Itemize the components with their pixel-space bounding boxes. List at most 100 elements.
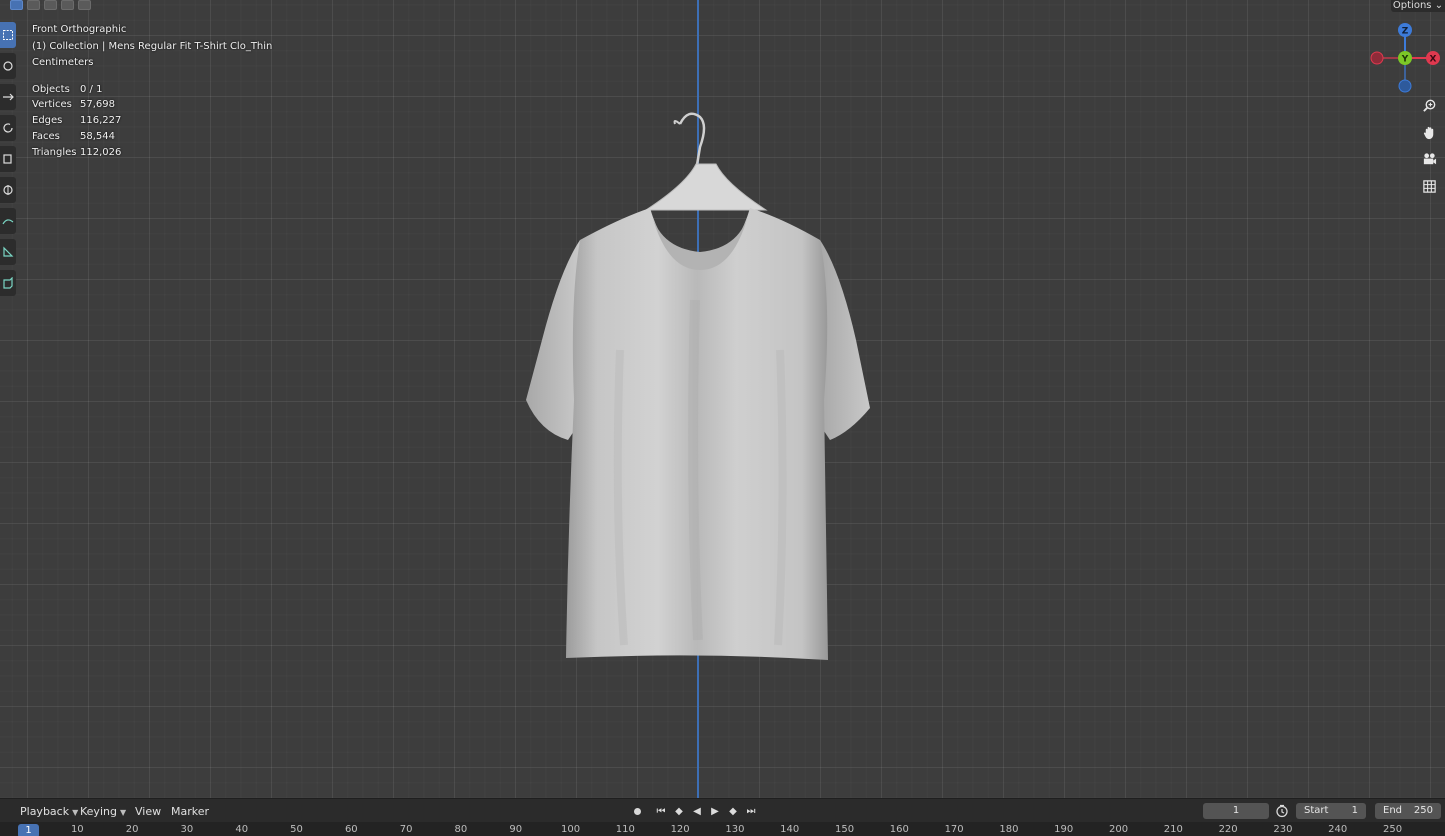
pan-button[interactable] <box>1418 121 1441 144</box>
annotate-icon <box>2 219 14 225</box>
prev-keyframe-icon: ◆ <box>675 805 683 817</box>
play-icon: ▶ <box>711 805 719 817</box>
rotate-tool[interactable] <box>0 115 16 141</box>
ruler-tick-label: 120 <box>670 824 690 835</box>
ruler-tick-label: 30 <box>180 824 194 835</box>
stat-objects: Objects 0 / 1 <box>32 83 103 95</box>
viewport-nav-buttons <box>1418 94 1441 198</box>
ruler-tick-label: 250 <box>1382 824 1403 835</box>
rotate-icon <box>3 123 13 133</box>
navigation-gizmo[interactable]: Z X Y <box>1365 18 1445 98</box>
record-icon[interactable] <box>634 807 641 815</box>
ruler-tick-label: 90 <box>509 824 523 835</box>
ruler-tick-label: 240 <box>1328 824 1348 835</box>
chevron-down-icon: ▼ <box>119 808 127 817</box>
transform-tool[interactable] <box>0 177 16 203</box>
stat-faces: Faces 58,544 <box>32 130 115 142</box>
start-frame-field[interactable]: Start 1 <box>1296 803 1366 819</box>
marker-menu[interactable]: Marker <box>171 799 209 823</box>
timeline-ruler[interactable]: 10 20 30 40 50 60 70 80 90 100 110 120 130 140 150 160 1… <box>0 822 1445 836</box>
clock-icon[interactable] <box>1275 804 1289 818</box>
ruler-tick-label: 80 <box>454 824 468 835</box>
select-box-tool[interactable] <box>0 22 16 48</box>
jump-end-button[interactable]: ⏭ <box>745 804 757 818</box>
annotate-tool[interactable] <box>0 208 16 234</box>
ruler-tick-label: 100 <box>560 824 581 835</box>
ruler-tick-label: 60 <box>344 824 358 835</box>
chevron-down-icon: ⌄ <box>1434 0 1444 11</box>
gizmo-x-label: X <box>1430 55 1437 65</box>
gizmo-neg-x-handle[interactable] <box>1370 51 1384 65</box>
ruler-tick-label: 220 <box>1218 824 1238 835</box>
move-tool[interactable] <box>0 84 16 110</box>
ruler-tick-label: 180 <box>999 824 1019 835</box>
collection-info: (1) Collection | Mens Regular Fit T-Shir… <box>32 40 273 52</box>
unit-system: Centimeters <box>32 57 94 68</box>
ruler-tick-label: 170 <box>944 824 964 835</box>
end-frame-field[interactable]: End 250 <box>1375 803 1441 819</box>
tshirt-right-sleeve <box>820 240 870 440</box>
view-name: Front Orthographic <box>32 24 127 35</box>
current-frame-marker[interactable]: 1 <box>18 824 39 836</box>
zoom-button[interactable] <box>1418 94 1441 117</box>
chevron-down-icon: ▼ <box>72 808 79 817</box>
ruler-tick-label: 140 <box>780 824 800 835</box>
viewport-info-overlay: Front Orthographic (1) Collection | Mens… <box>32 22 272 160</box>
transform-icon <box>3 185 13 195</box>
view-menu[interactable]: View <box>135 799 161 823</box>
gizmo-neg-z-handle[interactable] <box>1398 79 1412 93</box>
ruler-tick-label: 230 <box>1273 824 1293 835</box>
ortho-toggle-button[interactable] <box>1418 175 1441 198</box>
jump-start-button[interactable]: ⏮ <box>655 804 667 818</box>
camera-view-button[interactable] <box>1418 148 1441 171</box>
playback-controls: ⏮ ◆ ◀ ▶ ◆ ⏭ <box>630 804 757 818</box>
current-frame-field[interactable]: 1 <box>1203 803 1269 819</box>
prev-keyframe-button[interactable]: ◆ <box>673 804 685 818</box>
stat-triangles: Triangles 112,026 <box>32 146 122 158</box>
gizmo-y-label: Y <box>1401 55 1409 65</box>
move-icon <box>3 93 14 101</box>
scale-tool[interactable] <box>0 146 16 172</box>
select-box-icon <box>3 30 13 40</box>
cursor-tool[interactable] <box>0 53 16 79</box>
ruler-tick-label: 20 <box>125 824 139 835</box>
play-reverse-button[interactable]: ◀ <box>691 804 703 818</box>
tshirt-left-sleeve <box>526 240 580 440</box>
tshirt-model[interactable] <box>520 100 880 665</box>
stat-edges: Edges 116,227 <box>32 115 122 127</box>
measure-tool[interactable] <box>0 239 16 265</box>
options-dropdown[interactable]: Options ⌄ <box>1391 0 1445 12</box>
pan-hand-icon <box>1423 126 1434 140</box>
ruler-tick-label: 70 <box>399 824 413 835</box>
3d-viewport[interactable]: Front Orthographic (1) Collection | Mens… <box>0 0 1445 798</box>
ruler-tick-label: 210 <box>1163 824 1183 835</box>
next-keyframe-icon: ◆ <box>729 805 737 817</box>
grid-icon <box>1423 180 1436 193</box>
add-cube-tool[interactable] <box>0 270 16 296</box>
select-subtract-mode-button[interactable] <box>44 0 57 10</box>
ruler-tick-label: 150 <box>834 824 855 835</box>
ruler-tick-label: 40 <box>235 824 249 835</box>
stat-vertices: Vertices 57,698 <box>32 99 115 111</box>
camera-icon <box>1423 153 1437 165</box>
play-button[interactable]: ▶ <box>709 804 721 818</box>
ruler-tick-label: 10 <box>70 824 84 835</box>
keying-menu[interactable]: Keying ▼ <box>80 799 126 823</box>
gizmo-z-label: Z <box>1402 27 1409 37</box>
timeline-header: Playback ▼ Keying ▼ View Marker ⏮ ◆ ◀ ▶ ◆ … <box>0 798 1445 822</box>
select-extend-mode-button[interactable] <box>27 0 40 10</box>
ruler-tick-label: 160 <box>889 824 909 835</box>
ruler-tick-label: 130 <box>725 824 745 835</box>
jump-start-icon: ⏮ <box>656 805 666 817</box>
select-new-mode-button[interactable] <box>10 0 23 10</box>
playback-menu[interactable]: Playback ▼ <box>20 799 78 823</box>
zoom-icon <box>1423 99 1436 112</box>
ruler-tick-label: 190 <box>1054 824 1074 835</box>
select-invert-mode-button[interactable] <box>61 0 74 10</box>
next-keyframe-button[interactable]: ◆ <box>727 804 739 818</box>
ruler-tick-label: 110 <box>615 824 635 835</box>
scale-icon <box>3 154 12 164</box>
selection-mode-buttons <box>10 0 91 10</box>
play-reverse-icon: ◀ <box>693 805 701 817</box>
select-intersect-mode-button[interactable] <box>78 0 91 10</box>
